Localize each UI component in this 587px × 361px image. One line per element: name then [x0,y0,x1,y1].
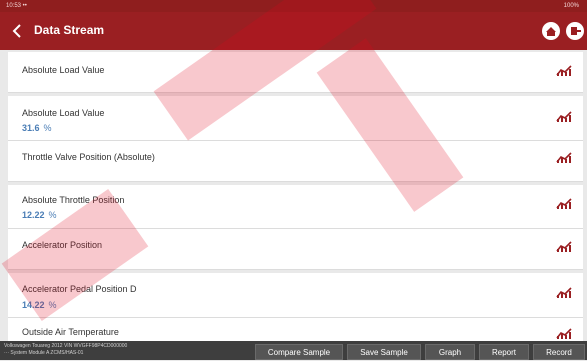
item-label: Absolute Throttle Position [22,195,125,205]
status-time: 10:53 •• [6,3,27,9]
value-number: 12.22 [22,210,45,220]
graph-icon[interactable] [556,110,572,122]
list-item[interactable]: Throttle Valve Position (Absolute) [8,141,583,182]
item-label: Outside Air Temperature [22,327,119,337]
record-button[interactable]: Record [533,344,585,360]
item-label: Accelerator Pedal Position D [22,284,137,294]
item-value: 14.22% [22,300,57,310]
value-unit: % [48,210,57,220]
vehicle-info: Volkswagen Touareg 2012 VIN WVGFF98P4CD0… [4,343,254,360]
item-value: 31.6% [22,123,52,133]
list-item[interactable]: Absolute Throttle Position 12.22% [8,185,583,229]
home-icon[interactable] [542,22,560,40]
back-icon[interactable] [10,21,24,41]
list-item[interactable]: Absolute Load Value 31.6% [8,96,583,141]
list-item[interactable]: Accelerator Position [8,229,583,270]
graph-icon[interactable] [556,286,572,298]
value-number: 14.22 [22,300,45,310]
app-bar: Data Stream [0,12,587,50]
item-label: Throttle Valve Position (Absolute) [22,152,155,162]
item-label: Accelerator Position [22,240,103,250]
compare-sample-button[interactable]: Compare Sample [255,344,343,360]
vehicle-line-2: ··· System Module A ZCMS/HAS-01 [4,350,84,356]
graph-icon[interactable] [556,197,572,209]
item-label: Absolute Load Value [22,65,105,75]
status-battery: 100% [563,3,579,9]
list-item[interactable]: Accelerator Pedal Position D 14.22% [8,273,583,318]
item-value: 12.22% [22,210,57,220]
graph-icon[interactable] [556,240,572,252]
save-sample-button[interactable]: Save Sample [347,344,421,360]
data-stream-list[interactable]: Absolute Load Value Absolute Load Value … [8,52,587,341]
list-item[interactable]: Absolute Load Value [8,52,583,93]
graph-icon[interactable] [556,151,572,163]
bottom-toolbar: Volkswagen Touareg 2012 VIN WVGFF98P4CD0… [0,341,587,360]
graph-button[interactable]: Graph [425,344,475,360]
value-unit: % [48,300,57,310]
report-button[interactable]: Report [479,344,529,360]
page-title: Data Stream [34,23,105,37]
exit-icon[interactable] [566,22,584,40]
vehicle-line-1: Volkswagen Touareg 2012 VIN WVGFF98P4CD0… [4,343,128,349]
list-item[interactable]: Outside Air Temperature [8,318,583,341]
item-label: Absolute Load Value [22,108,105,118]
status-bar: 10:53 •• 100% [0,0,587,12]
graph-icon[interactable] [556,327,572,339]
value-unit: % [43,123,52,133]
value-number: 31.6 [22,123,40,133]
graph-icon[interactable] [556,64,572,76]
